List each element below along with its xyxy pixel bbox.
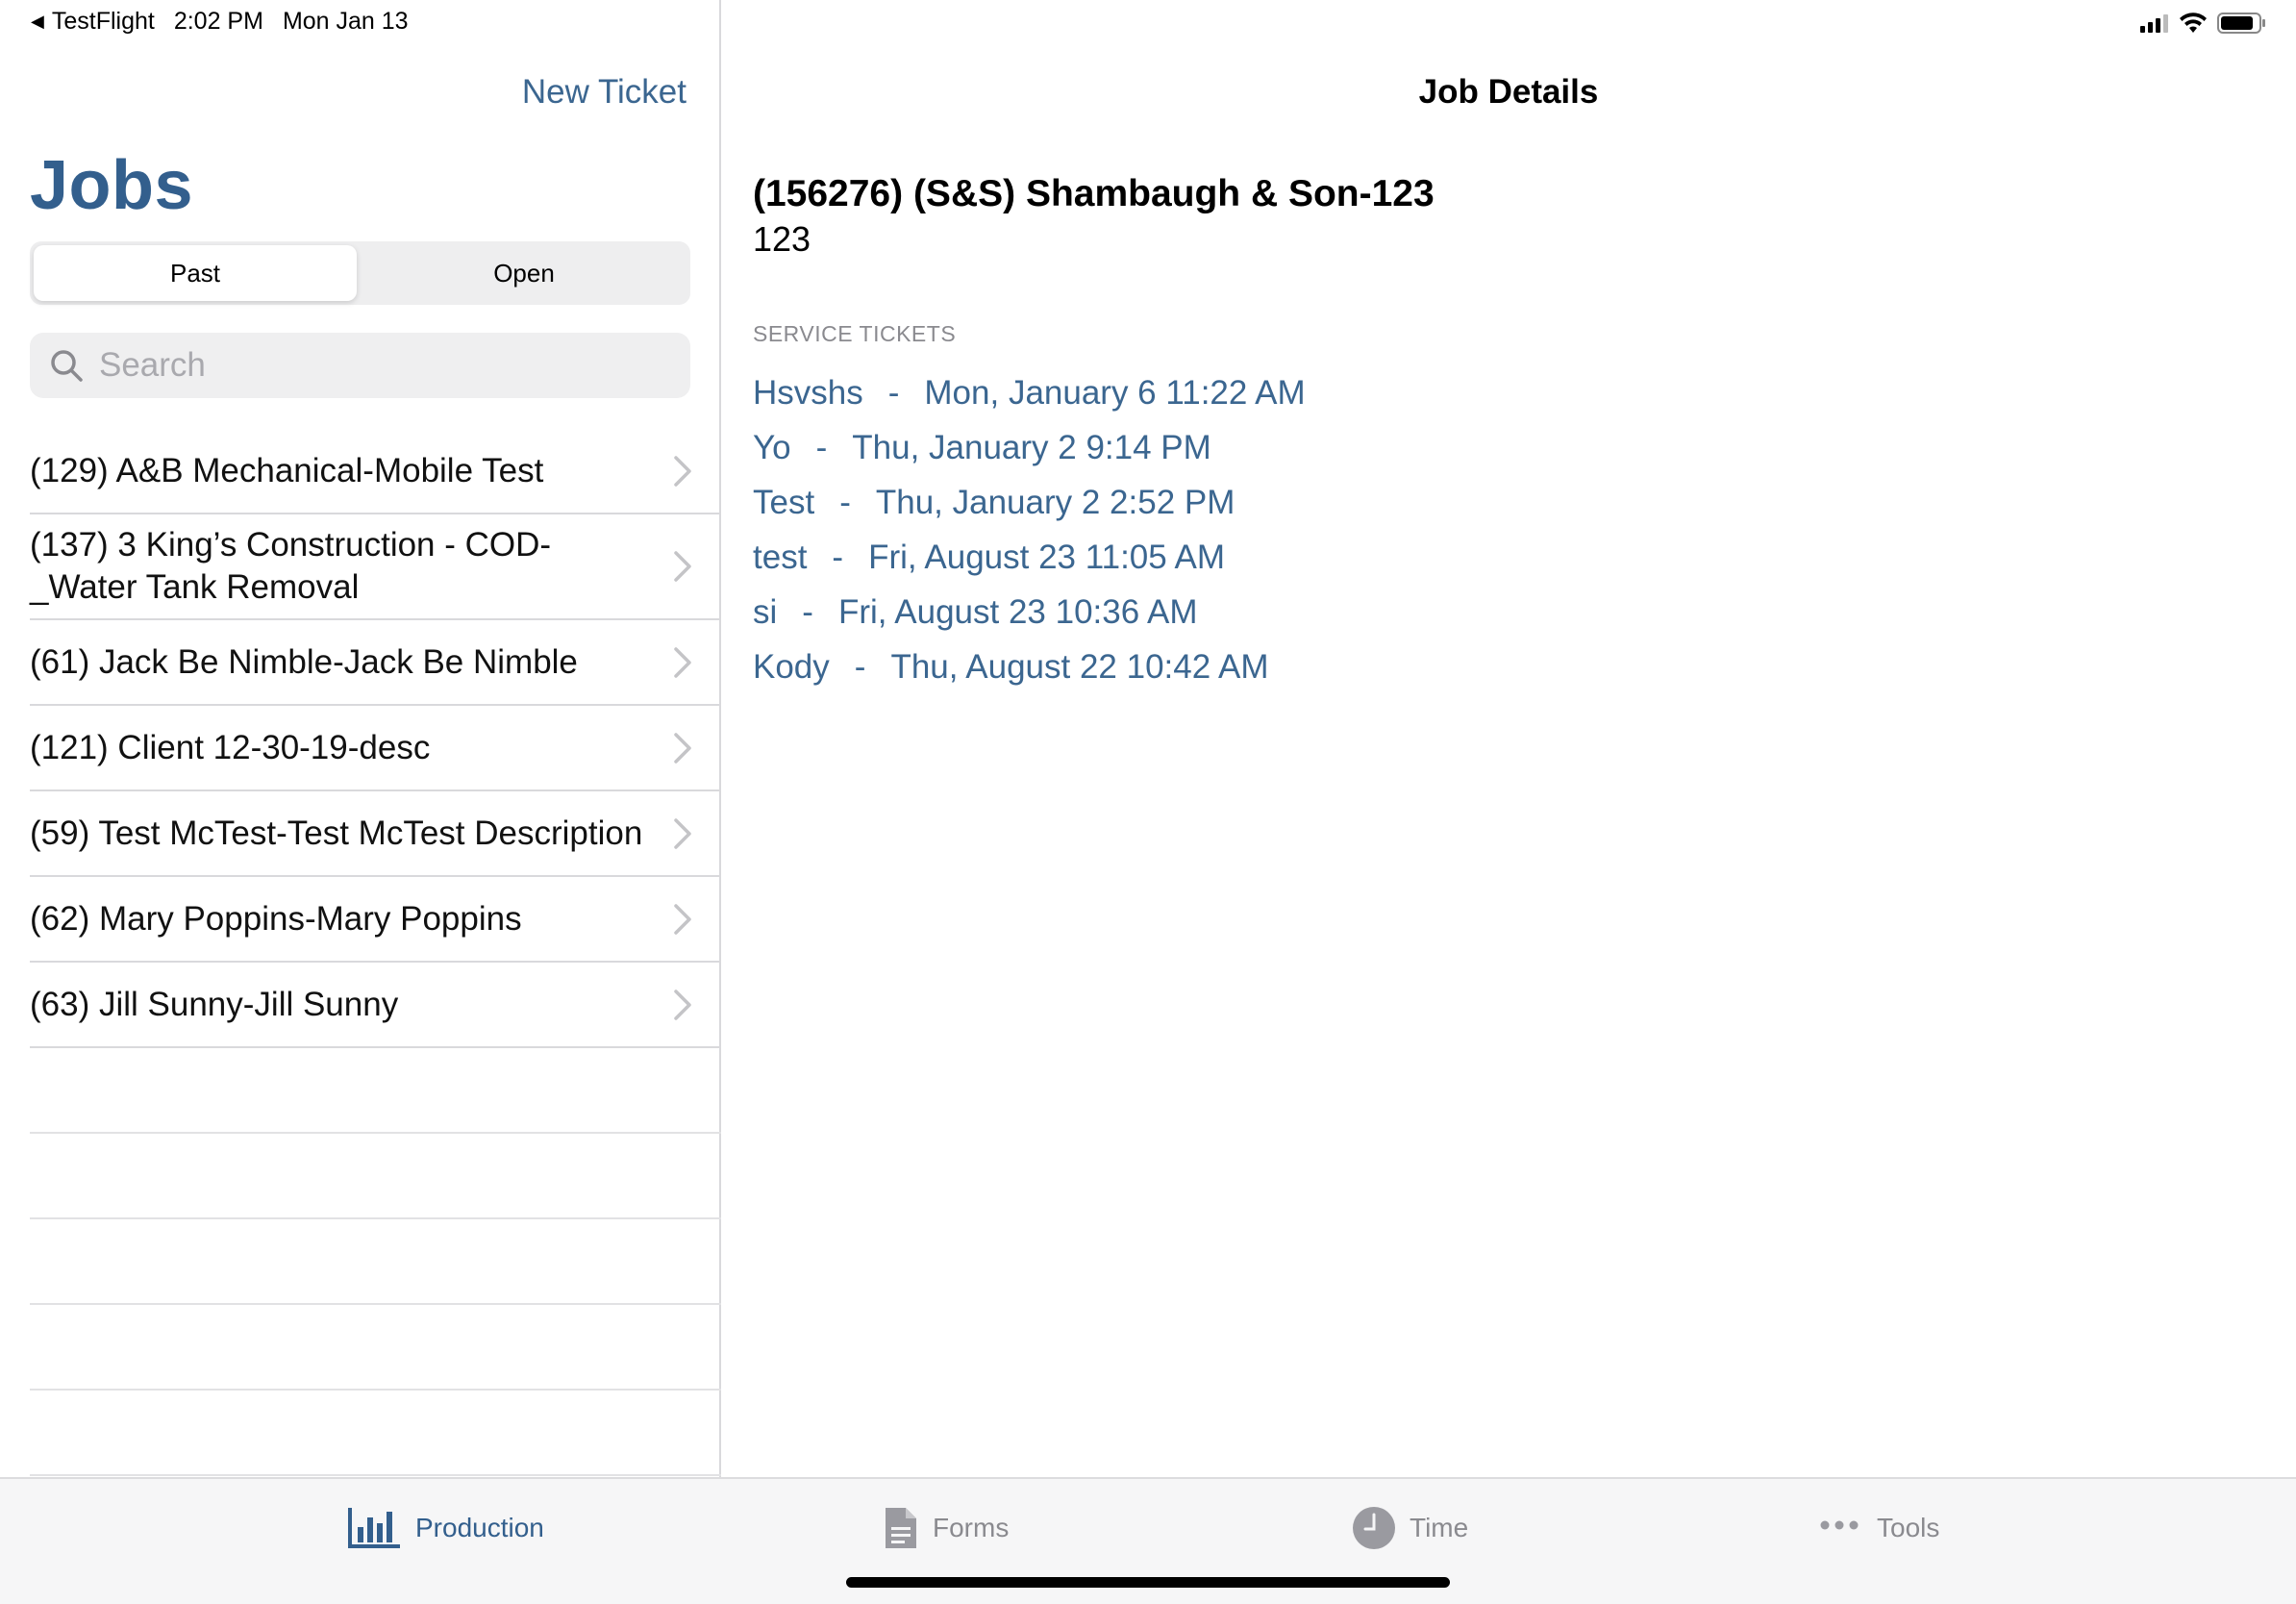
past-open-segmented-control: Past Open <box>30 241 690 305</box>
bar-chart-icon <box>348 1508 400 1548</box>
ticket-separator: - <box>839 483 851 521</box>
chevron-right-icon <box>674 903 691 935</box>
home-indicator[interactable] <box>846 1577 1450 1588</box>
ticket-separator: - <box>887 373 900 412</box>
job-row-label: (62) Mary Poppins-Mary Poppins <box>30 899 522 938</box>
job-row[interactable]: (121) Client 12-30-19-desc <box>30 706 721 791</box>
tab-time[interactable]: Time <box>1352 1506 1468 1550</box>
service-ticket-link[interactable]: Hsvshs - Mon, January 6 11:22 AM <box>753 365 1306 420</box>
ticket-name: test <box>753 538 808 576</box>
empty-row-divider <box>30 1391 721 1476</box>
tab-forms-label: Forms <box>933 1513 1010 1542</box>
document-icon <box>886 1508 916 1548</box>
chevron-right-icon <box>674 817 691 849</box>
ticket-date: Mon, January 6 11:22 AM <box>924 373 1306 412</box>
job-row[interactable]: (63) Jill Sunny-Jill Sunny <box>30 963 721 1048</box>
ticket-name: Hsvshs <box>753 373 863 412</box>
ticket-name: Kody <box>753 647 830 686</box>
ticket-date: Fri, August 23 11:05 AM <box>868 538 1226 576</box>
job-row-label: (61) Jack Be Nimble-Jack Be Nimble <box>30 642 578 681</box>
ticket-name: Test <box>753 483 815 521</box>
ticket-date: Thu, August 22 10:42 AM <box>890 647 1269 686</box>
service-ticket-link[interactable]: Kody - Thu, August 22 10:42 AM <box>753 639 1306 694</box>
job-row[interactable]: (129) A&B Mechanical-Mobile Test <box>30 429 721 514</box>
empty-row-divider <box>30 1219 721 1305</box>
job-name: (156276) (S&S) Shambaugh & Son-123 <box>753 173 1435 214</box>
service-ticket-link[interactable]: si - Fri, August 23 10:36 AM <box>753 585 1306 639</box>
tab-tools-label: Tools <box>1877 1513 1940 1542</box>
ticket-separator: - <box>815 428 828 466</box>
ticket-separator: - <box>802 592 813 631</box>
job-row-label: (129) A&B Mechanical-Mobile Test <box>30 451 544 489</box>
tab-production[interactable]: Production <box>346 1506 544 1550</box>
service-tickets-section-label: SERVICE TICKETS <box>753 321 957 346</box>
ticket-separator: - <box>854 647 866 686</box>
job-row-label: (121) Client 12-30-19-desc <box>30 728 431 766</box>
empty-row-divider <box>30 1305 721 1391</box>
ticket-date: Thu, January 2 9:14 PM <box>852 428 1211 466</box>
service-ticket-link[interactable]: test - Fri, August 23 11:05 AM <box>753 530 1306 585</box>
job-row-label: (63) Jill Sunny-Jill Sunny <box>30 985 399 1023</box>
tab-forms[interactable]: Forms <box>883 1506 1009 1550</box>
job-subtitle: 123 <box>753 219 811 259</box>
job-row[interactable]: (59) Test McTest-Test McTest Description <box>30 791 721 877</box>
job-row-label: (137) 3 King’s Construction - COD-_Water… <box>30 526 552 606</box>
segment-open[interactable]: Open <box>362 245 686 301</box>
search-bar <box>30 333 690 398</box>
service-ticket-list: Hsvshs - Mon, January 6 11:22 AM Yo - Thu, J… <box>753 365 1306 694</box>
job-list: (129) A&B Mechanical-Mobile Test (137) 3… <box>30 429 721 1476</box>
tab-production-label: Production <box>415 1513 544 1542</box>
new-ticket-button[interactable]: New Ticket <box>522 73 686 112</box>
ticket-date: Thu, January 2 2:52 PM <box>875 483 1235 521</box>
job-row[interactable]: (137) 3 King’s Construction - COD-_Water… <box>30 514 721 620</box>
ticket-name: Yo <box>753 428 791 466</box>
chevron-right-icon <box>674 646 691 678</box>
ticket-name: si <box>753 592 778 631</box>
wifi-icon <box>2180 13 2207 33</box>
job-row[interactable]: (62) Mary Poppins-Mary Poppins <box>30 877 721 963</box>
job-row-label: (59) Test McTest-Test McTest Description <box>30 814 643 852</box>
cellular-signal-icon <box>2140 14 2168 33</box>
chevron-right-icon <box>674 455 691 487</box>
chevron-right-icon <box>674 732 691 764</box>
tab-time-label: Time <box>1410 1513 1469 1542</box>
status-right <box>2140 12 2267 35</box>
jobs-master-pane: New Ticket Jobs Past Open (129) A&B Mech… <box>0 0 721 1477</box>
search-icon <box>51 350 83 382</box>
segment-past[interactable]: Past <box>34 245 357 301</box>
battery-icon <box>2217 13 2265 34</box>
chevron-right-icon <box>674 551 691 582</box>
search-input[interactable] <box>97 345 659 386</box>
more-dots-icon <box>1820 1520 1859 1530</box>
empty-row-divider <box>30 1048 721 1134</box>
job-row[interactable]: (61) Jack Be Nimble-Jack Be Nimble <box>30 620 721 706</box>
clock-icon <box>1353 1507 1395 1549</box>
service-ticket-link[interactable]: Test - Thu, January 2 2:52 PM <box>753 475 1306 530</box>
empty-row-divider <box>30 1134 721 1219</box>
page-title: Jobs <box>30 147 194 224</box>
ticket-separator: - <box>832 538 844 576</box>
detail-header-title: Job Details <box>1418 73 1599 111</box>
ticket-date: Fri, August 23 10:36 AM <box>837 592 1198 631</box>
chevron-right-icon <box>674 989 691 1020</box>
tab-tools[interactable]: Tools <box>1819 1506 1939 1550</box>
service-ticket-link[interactable]: Yo - Thu, January 2 9:14 PM <box>753 420 1306 475</box>
